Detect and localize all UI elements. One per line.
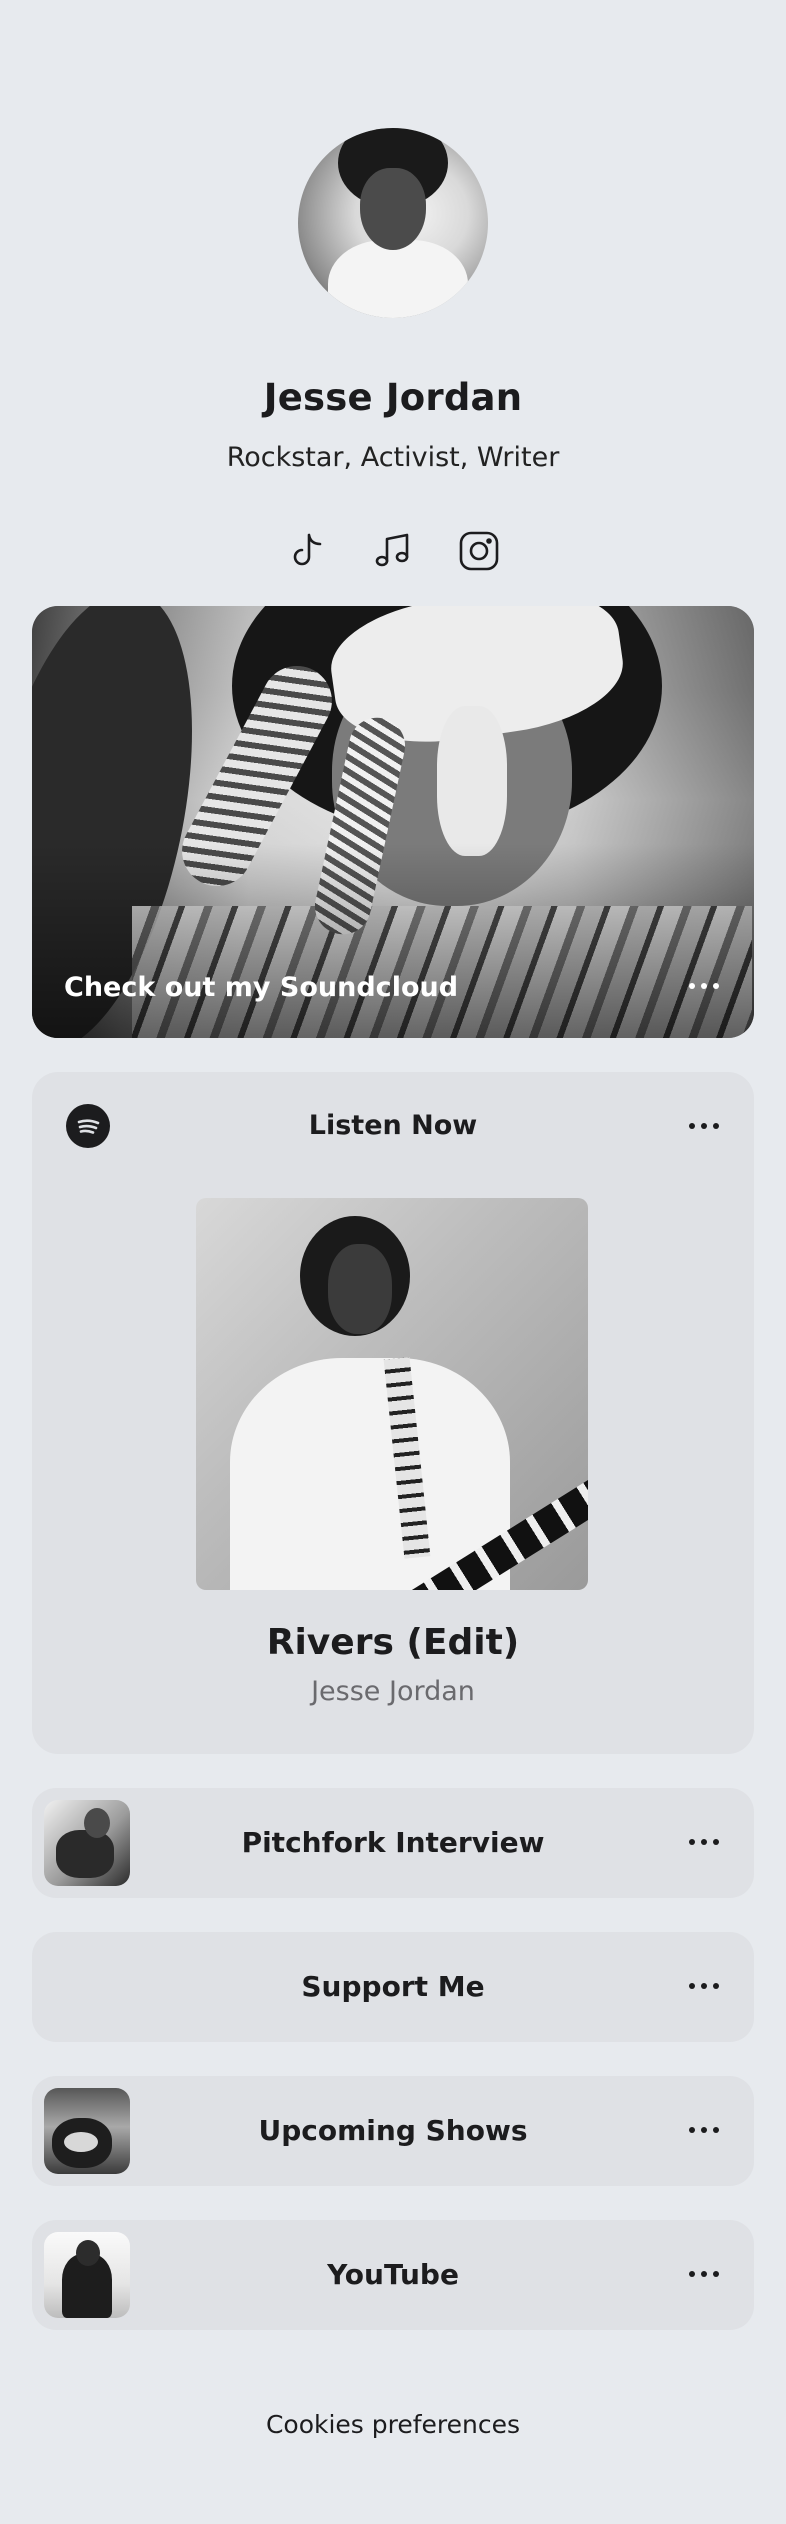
link-upcoming-shows[interactable]: Upcoming Shows (32, 2076, 754, 2186)
social-links (283, 526, 503, 576)
link-label: Pitchfork Interview (241, 1826, 545, 1859)
link-youtube[interactable]: YouTube (32, 2220, 754, 2330)
track-title: Rivers (Edit) (266, 1622, 520, 1663)
link-label: Upcoming Shows (258, 2114, 528, 2147)
album-cover[interactable] (196, 1198, 588, 1590)
link-pitchfork-interview[interactable]: Pitchfork Interview (32, 1788, 754, 1898)
profile-avatar (298, 128, 488, 318)
cookies-preferences-link[interactable]: Cookies preferences (0, 2410, 786, 2439)
profile-bio: Rockstar, Activist, Writer (226, 442, 560, 473)
profile-name: Jesse Jordan (263, 376, 523, 419)
more-icon[interactable] (682, 1824, 726, 1860)
music-card: Listen Now Rivers (Edit) Jesse Jordan (32, 1072, 754, 1754)
music-card-title: Listen Now (308, 1110, 478, 1141)
more-icon[interactable] (682, 1108, 726, 1144)
instagram-icon[interactable] (455, 527, 503, 575)
music-note-icon[interactable] (369, 527, 417, 575)
link-support-me[interactable]: Support Me (32, 1932, 754, 2042)
feature-card-label: Check out my Soundcloud (64, 972, 459, 1003)
tiktok-icon[interactable] (283, 527, 331, 575)
more-icon[interactable] (682, 2112, 726, 2148)
more-icon[interactable] (682, 968, 726, 1004)
link-label: YouTube (327, 2258, 459, 2291)
soundcloud-feature-card[interactable]: Check out my Soundcloud (32, 606, 754, 1038)
more-icon[interactable] (682, 1968, 726, 2004)
more-icon[interactable] (682, 2256, 726, 2292)
track-artist: Jesse Jordan (311, 1676, 475, 1707)
link-label: Support Me (301, 1970, 485, 2003)
